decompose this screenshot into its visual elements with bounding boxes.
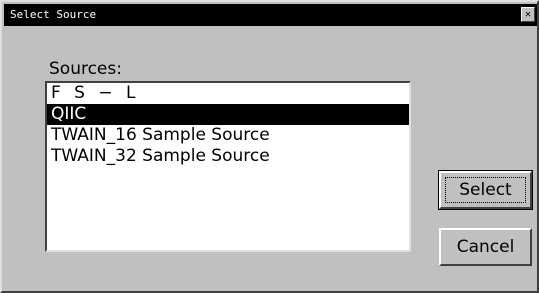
source-item-qiic[interactable]: QIIC: [47, 104, 409, 125]
select-source-dialog: Select Source ✕ Sources: F S − L QIIC TW…: [0, 0, 539, 293]
select-button-label: Select: [459, 180, 512, 200]
close-icon[interactable]: ✕: [521, 7, 535, 22]
source-item-twain16[interactable]: TWAIN_16 Sample Source: [47, 125, 409, 146]
select-button[interactable]: Select: [438, 170, 533, 210]
sources-listbox[interactable]: F S − L QIIC TWAIN_16 Sample Source TWAI…: [45, 81, 411, 252]
source-item-twain32[interactable]: TWAIN_32 Sample Source: [47, 146, 409, 167]
cancel-button[interactable]: Cancel: [439, 228, 532, 266]
title-bar[interactable]: Select Source ✕: [4, 4, 537, 26]
cancel-button-label: Cancel: [456, 237, 515, 257]
window-title: Select Source: [10, 8, 97, 21]
sources-label: Sources:: [49, 59, 122, 79]
source-item-fsl[interactable]: F S − L: [47, 83, 409, 104]
